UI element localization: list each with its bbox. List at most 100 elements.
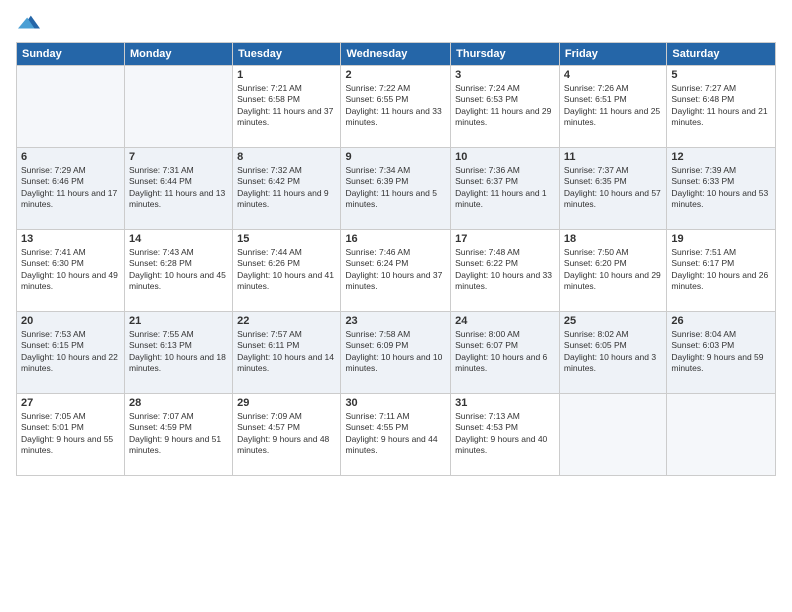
calendar-cell: 26 Sunrise: 8:04 AM Sunset: 6:03 PM Dayli…: [667, 312, 776, 394]
day-info: Sunrise: 8:00 AM Sunset: 6:07 PM Dayligh…: [455, 329, 555, 375]
calendar-cell: 25 Sunrise: 8:02 AM Sunset: 6:05 PM Dayli…: [559, 312, 666, 394]
day-number: 2: [345, 69, 446, 81]
day-number: 7: [129, 151, 228, 163]
calendar-cell: 22 Sunrise: 7:57 AM Sunset: 6:11 PM Dayli…: [233, 312, 341, 394]
calendar-week-row: 20 Sunrise: 7:53 AM Sunset: 6:15 PM Dayli…: [17, 312, 776, 394]
day-number: 21: [129, 315, 228, 327]
day-info: Sunrise: 7:50 AM Sunset: 6:20 PM Dayligh…: [564, 247, 662, 293]
day-info: Sunrise: 7:44 AM Sunset: 6:26 PM Dayligh…: [237, 247, 336, 293]
calendar-cell: 18 Sunrise: 7:50 AM Sunset: 6:20 PM Dayli…: [559, 230, 666, 312]
calendar-cell: 17 Sunrise: 7:48 AM Sunset: 6:22 PM Dayli…: [451, 230, 560, 312]
day-of-week-header: Tuesday: [233, 43, 341, 66]
calendar-cell: 31 Sunrise: 7:13 AM Sunset: 4:53 PM Dayli…: [451, 394, 560, 476]
calendar-cell: 11 Sunrise: 7:37 AM Sunset: 6:35 PM Dayli…: [559, 148, 666, 230]
calendar-cell: 20 Sunrise: 7:53 AM Sunset: 6:15 PM Dayli…: [17, 312, 125, 394]
calendar-cell: 12 Sunrise: 7:39 AM Sunset: 6:33 PM Dayli…: [667, 148, 776, 230]
day-info: Sunrise: 7:57 AM Sunset: 6:11 PM Dayligh…: [237, 329, 336, 375]
calendar-cell: 4Sunrise: 7:26 AM Sunset: 6:51 PM Daylig…: [559, 66, 666, 148]
day-number: 17: [455, 233, 555, 245]
day-of-week-header: Thursday: [451, 43, 560, 66]
day-number: 27: [21, 397, 120, 409]
day-info: Sunrise: 7:29 AM Sunset: 6:46 PM Dayligh…: [21, 165, 120, 211]
day-info: Sunrise: 7:05 AM Sunset: 5:01 PM Dayligh…: [21, 411, 120, 457]
day-number: 18: [564, 233, 662, 245]
day-info: Sunrise: 7:41 AM Sunset: 6:30 PM Dayligh…: [21, 247, 120, 293]
day-info: Sunrise: 8:02 AM Sunset: 6:05 PM Dayligh…: [564, 329, 662, 375]
calendar-cell: 9 Sunrise: 7:34 AM Sunset: 6:39 PM Daylig…: [341, 148, 451, 230]
header: [16, 12, 776, 34]
day-info: Sunrise: 7:53 AM Sunset: 6:15 PM Dayligh…: [21, 329, 120, 375]
day-number: 26: [671, 315, 771, 327]
day-number: 12: [671, 151, 771, 163]
calendar-week-row: 1 Sunrise: 7:21 AM Sunset: 6:58 PM Daylig…: [17, 66, 776, 148]
day-info: Sunrise: 7:24 AM Sunset: 6:53 PM Dayligh…: [455, 83, 555, 129]
day-number: 30: [345, 397, 446, 409]
day-number: 13: [21, 233, 120, 245]
day-info: Sunrise: 7:55 AM Sunset: 6:13 PM Dayligh…: [129, 329, 228, 375]
day-info: Sunrise: 7:43 AM Sunset: 6:28 PM Dayligh…: [129, 247, 228, 293]
day-number: 5: [671, 69, 771, 81]
day-number: 29: [237, 397, 336, 409]
day-number: 9: [345, 151, 446, 163]
day-info: Sunrise: 7:37 AM Sunset: 6:35 PM Dayligh…: [564, 165, 662, 211]
day-of-week-header: Monday: [124, 43, 232, 66]
calendar-cell: 3 Sunrise: 7:24 AM Sunset: 6:53 PM Daylig…: [451, 66, 560, 148]
day-number: 22: [237, 315, 336, 327]
calendar-cell: 27 Sunrise: 7:05 AM Sunset: 5:01 PM Dayli…: [17, 394, 125, 476]
day-info: Sunrise: 7:31 AM Sunset: 6:44 PM Dayligh…: [129, 165, 228, 211]
calendar-week-row: 13 Sunrise: 7:41 AM Sunset: 6:30 PM Dayli…: [17, 230, 776, 312]
day-info: Sunrise: 7:36 AM Sunset: 6:37 PM Dayligh…: [455, 165, 555, 211]
calendar-cell: 7 Sunrise: 7:31 AM Sunset: 6:44 PM Daylig…: [124, 148, 232, 230]
calendar-cell: 2 Sunrise: 7:22 AM Sunset: 6:55 PM Daylig…: [341, 66, 451, 148]
calendar-cell: 13 Sunrise: 7:41 AM Sunset: 6:30 PM Dayli…: [17, 230, 125, 312]
calendar-cell: 6 Sunrise: 7:29 AM Sunset: 6:46 PM Daylig…: [17, 148, 125, 230]
calendar-week-row: 6 Sunrise: 7:29 AM Sunset: 6:46 PM Daylig…: [17, 148, 776, 230]
day-info: Sunrise: 7:34 AM Sunset: 6:39 PM Dayligh…: [345, 165, 446, 211]
day-number: 24: [455, 315, 555, 327]
calendar-cell: 5 Sunrise: 7:27 AM Sunset: 6:48 PM Daylig…: [667, 66, 776, 148]
day-info: Sunrise: 7:58 AM Sunset: 6:09 PM Dayligh…: [345, 329, 446, 375]
calendar-cell: 24 Sunrise: 8:00 AM Sunset: 6:07 PM Dayli…: [451, 312, 560, 394]
day-number: 14: [129, 233, 228, 245]
calendar-cell: 16Sunrise: 7:46 AM Sunset: 6:24 PM Dayli…: [341, 230, 451, 312]
day-info: Sunrise: 8:04 AM Sunset: 6:03 PM Dayligh…: [671, 329, 771, 375]
calendar-cell: 21 Sunrise: 7:55 AM Sunset: 6:13 PM Dayli…: [124, 312, 232, 394]
day-number: 23: [345, 315, 446, 327]
day-info: Sunrise: 7:27 AM Sunset: 6:48 PM Dayligh…: [671, 83, 771, 129]
day-info: Sunrise: 7:11 AM Sunset: 4:55 PM Dayligh…: [345, 411, 446, 457]
calendar-cell: 23 Sunrise: 7:58 AM Sunset: 6:09 PM Dayli…: [341, 312, 451, 394]
day-number: 3: [455, 69, 555, 81]
day-number: 25: [564, 315, 662, 327]
day-info: Sunrise: 7:48 AM Sunset: 6:22 PM Dayligh…: [455, 247, 555, 293]
day-number: 19: [671, 233, 771, 245]
day-number: 28: [129, 397, 228, 409]
day-of-week-header: Friday: [559, 43, 666, 66]
calendar-week-row: 27 Sunrise: 7:05 AM Sunset: 5:01 PM Dayli…: [17, 394, 776, 476]
day-number: 4: [564, 69, 662, 81]
calendar-cell: 30 Sunrise: 7:11 AM Sunset: 4:55 PM Dayli…: [341, 394, 451, 476]
calendar-cell: 1 Sunrise: 7:21 AM Sunset: 6:58 PM Daylig…: [233, 66, 341, 148]
day-info: Sunrise: 7:21 AM Sunset: 6:58 PM Dayligh…: [237, 83, 336, 129]
logo-icon: [18, 12, 40, 34]
day-info: Sunrise: 7:32 AM Sunset: 6:42 PM Dayligh…: [237, 165, 336, 211]
calendar-cell: 28Sunrise: 7:07 AM Sunset: 4:59 PM Dayli…: [124, 394, 232, 476]
day-info: Sunrise: 7:09 AM Sunset: 4:57 PM Dayligh…: [237, 411, 336, 457]
calendar-cell: [124, 66, 232, 148]
day-number: 1: [237, 69, 336, 81]
calendar-cell: [17, 66, 125, 148]
day-info: Sunrise: 7:51 AM Sunset: 6:17 PM Dayligh…: [671, 247, 771, 293]
day-number: 31: [455, 397, 555, 409]
day-info: Sunrise: 7:22 AM Sunset: 6:55 PM Dayligh…: [345, 83, 446, 129]
day-number: 11: [564, 151, 662, 163]
day-of-week-header: Wednesday: [341, 43, 451, 66]
day-info: Sunrise: 7:46 AM Sunset: 6:24 PM Dayligh…: [345, 247, 446, 293]
day-number: 20: [21, 315, 120, 327]
day-of-week-header: Saturday: [667, 43, 776, 66]
day-number: 15: [237, 233, 336, 245]
day-number: 10: [455, 151, 555, 163]
calendar-cell: 15 Sunrise: 7:44 AM Sunset: 6:26 PM Dayli…: [233, 230, 341, 312]
day-info: Sunrise: 7:39 AM Sunset: 6:33 PM Dayligh…: [671, 165, 771, 211]
day-info: Sunrise: 7:13 AM Sunset: 4:53 PM Dayligh…: [455, 411, 555, 457]
calendar-cell: 29 Sunrise: 7:09 AM Sunset: 4:57 PM Dayli…: [233, 394, 341, 476]
day-number: 6: [21, 151, 120, 163]
